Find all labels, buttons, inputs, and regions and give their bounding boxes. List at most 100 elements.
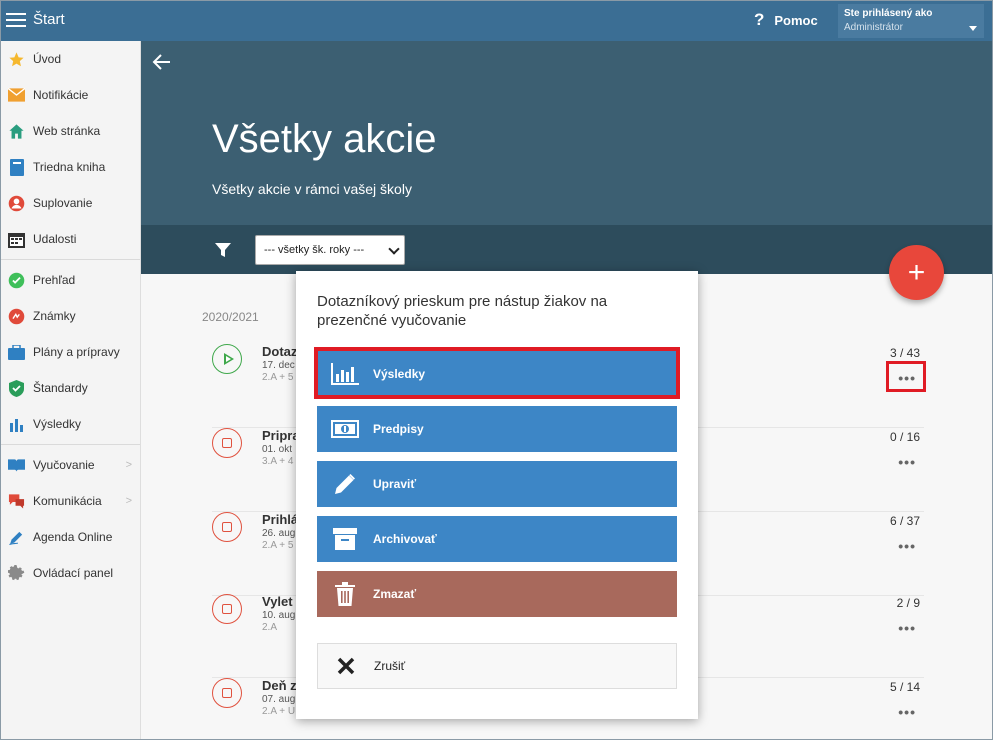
sidebar-item-prehlad[interactable]: Prehľad (0, 262, 140, 298)
results-label: Výsledky (373, 367, 426, 381)
event-title: Pripra (262, 428, 300, 443)
hamburger-menu-icon[interactable] (6, 9, 26, 31)
cancel-button[interactable]: Zrušiť (317, 643, 677, 689)
sidebar-item-label: Notifikácie (33, 88, 89, 102)
app-title[interactable]: Štart (33, 11, 65, 28)
plus-icon: + (907, 255, 926, 289)
user-label: Ste prihlásený ako (844, 8, 933, 19)
event-response-count: 2 / 9 (896, 596, 920, 610)
user-menu[interactable]: Ste prihlásený ako Administrátor (838, 4, 984, 38)
sidebar-item-label: Agenda Online (33, 530, 113, 544)
money-bill-icon (317, 420, 373, 438)
more-options-icon[interactable]: ••• (898, 454, 916, 470)
event-response-count: 3 / 43 (889, 346, 920, 360)
school-year-value: --- všetky šk. roky --- (264, 244, 365, 256)
sidebar-item-triedna-kniha[interactable]: Triedna kniha (0, 149, 140, 185)
event-classes: 2.A (262, 622, 278, 633)
event-date: 17. dec (262, 360, 295, 371)
archive-label: Archivovať (373, 532, 437, 546)
bar-chart-icon (317, 363, 373, 385)
pencil-icon (317, 472, 373, 496)
sidebar-item-agenda-online[interactable]: Agenda Online (0, 519, 140, 555)
event-date: 26. aug (262, 528, 296, 539)
book-icon (8, 158, 25, 176)
sidebar-item-standardy[interactable]: Štandardy (0, 370, 140, 406)
gear-icon (8, 564, 25, 582)
event-date: 10. aug (262, 610, 296, 621)
top-bar: Štart ? Pomoc Ste prihlásený ako Adminis… (0, 0, 993, 41)
page-subtitle: Všetky akcie v rámci vašej školy (212, 181, 412, 197)
event-classes: 2.A + U (262, 706, 296, 717)
event-actions-dialog: Dotazníkový prieskum pre nástup žiakov n… (296, 271, 698, 719)
sidebar-item-ovladaci-panel[interactable]: Ovládací panel (0, 555, 140, 591)
results-button[interactable]: Výsledky (317, 351, 677, 397)
sidebar-item-suplovanie[interactable]: Suplovanie (0, 185, 140, 221)
archive-button[interactable]: Archivovať (317, 516, 677, 562)
event-title: Vylet (262, 594, 293, 609)
event-classes: 2.A + 5 (262, 540, 294, 551)
sidebar-divider (0, 444, 140, 445)
sidebar-item-label: Komunikácia (33, 494, 102, 508)
sidebar-item-label: Známky (33, 309, 76, 323)
sidebar-item-udalosti[interactable]: Udalosti (0, 221, 140, 257)
sidebar-item-label: Plány a prípravy (33, 345, 120, 359)
edit-label: Upraviť (373, 477, 417, 491)
sidebar: Úvod Notifikácie Web stránka Triedna kni… (0, 41, 141, 740)
sidebar-item-vyucovanie[interactable]: Vyučovanie > (0, 447, 140, 483)
check-circle-icon (8, 272, 25, 289)
envelope-icon (8, 87, 25, 104)
sidebar-item-label: Prehľad (33, 273, 76, 287)
home-icon (8, 123, 25, 140)
more-options-icon[interactable]: ••• (898, 538, 916, 554)
more-options-icon[interactable]: ••• (898, 620, 916, 636)
sidebar-item-znamky[interactable]: Známky (0, 298, 140, 334)
more-options-icon[interactable]: ••• (898, 704, 916, 720)
add-event-button[interactable]: + (889, 245, 944, 300)
sidebar-item-label: Výsledky (33, 417, 82, 431)
bar-chart-icon (8, 416, 25, 433)
sidebar-item-komunikacia[interactable]: Komunikácia > (0, 483, 140, 519)
play-circle-icon (212, 344, 242, 374)
open-book-icon (8, 457, 25, 474)
sidebar-item-label: Web stránka (33, 124, 101, 138)
event-title: Deň z (262, 678, 297, 693)
page-title: Všetky akcie (212, 117, 437, 161)
sidebar-item-label: Ovládací panel (33, 566, 114, 580)
stop-circle-icon (212, 428, 242, 458)
year-heading: 2020/2021 (202, 310, 259, 324)
sidebar-item-plany-a-pripravy[interactable]: Plány a prípravy (0, 334, 140, 370)
filter-bar: --- všetky šk. roky --- (141, 225, 992, 274)
event-response-count: 5 / 14 (889, 680, 920, 694)
help-label: Pomoc (774, 12, 818, 28)
edit-button[interactable]: Upraviť (317, 461, 677, 507)
sidebar-item-label: Triedna kniha (33, 160, 106, 174)
delete-button[interactable]: Zmazať (317, 571, 677, 617)
regulations-label: Predpisy (373, 422, 424, 436)
trash-icon (317, 582, 373, 606)
sidebar-item-label: Úvod (33, 52, 62, 66)
sidebar-item-vysledky[interactable]: Výsledky (0, 406, 140, 442)
sidebar-item-uvod[interactable]: Úvod (0, 41, 140, 77)
help-button[interactable]: ? Pomoc (754, 10, 818, 30)
event-classes: 3.A + 4 (262, 456, 294, 467)
sidebar-item-label: Vyučovanie (33, 458, 95, 472)
calendar-icon (8, 231, 25, 248)
briefcase-icon (8, 344, 25, 361)
cancel-label: Zrušiť (374, 659, 406, 673)
event-classes: 2.A + 5 (262, 372, 294, 383)
sidebar-item-web-stranka[interactable]: Web stránka (0, 113, 140, 149)
sidebar-item-label: Udalosti (33, 232, 77, 246)
grade-icon (8, 308, 25, 325)
more-options-icon[interactable]: ••• (898, 370, 916, 386)
chevron-down-icon (388, 243, 400, 255)
regulations-button[interactable]: Predpisy (317, 406, 677, 452)
caret-down-icon (969, 26, 977, 31)
sidebar-item-label: Štandardy (33, 381, 88, 395)
school-year-select[interactable]: --- všetky šk. roky --- (255, 235, 405, 265)
back-arrow-icon[interactable] (151, 51, 173, 73)
sidebar-item-notifikacie[interactable]: Notifikácie (0, 77, 140, 113)
shield-icon (8, 379, 25, 397)
filter-icon[interactable] (215, 242, 231, 258)
page-header: Všetky akcie Všetky akcie v rámci vašej … (141, 41, 992, 225)
chevron-right-icon: > (125, 495, 132, 507)
